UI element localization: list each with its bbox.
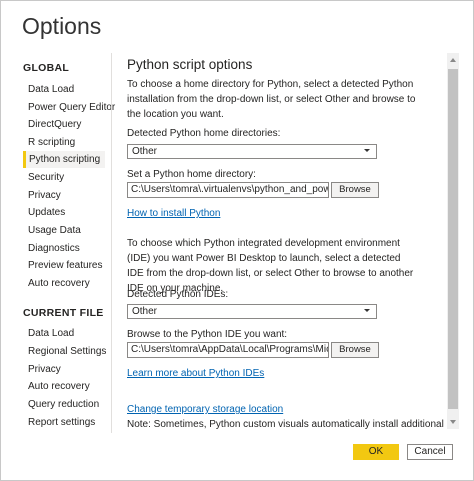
sidebar-item-data-load[interactable]: Data Load [23, 81, 105, 98]
sidebar-divider [111, 53, 112, 433]
chevron-down-icon [364, 149, 370, 152]
ok-button[interactable]: OK [353, 444, 399, 460]
chevron-down-icon [364, 309, 370, 312]
sidebar-item-regional-settings[interactable]: Regional Settings [23, 343, 106, 360]
install-python-link[interactable]: How to install Python [127, 208, 220, 219]
storage-note: Note: Sometimes, Python custom visuals a… [127, 419, 444, 430]
sidebar-item-security[interactable]: Security [23, 169, 105, 186]
scroll-thumb[interactable] [448, 69, 458, 409]
dialog-title: Options [22, 13, 102, 39]
scroll-down-icon[interactable] [450, 420, 456, 424]
cancel-button[interactable]: Cancel [407, 444, 453, 460]
sidebar-item-preview-features[interactable]: Preview features [23, 257, 105, 274]
sidebar-item-file-auto-recovery[interactable]: Auto recovery [23, 378, 105, 395]
ide-intro: To choose which Python integrated develo… [127, 238, 414, 294]
global-header: GLOBAL [23, 62, 70, 74]
home-dir-label: Set a Python home directory: [127, 169, 256, 180]
sidebar: GLOBAL Data Load Power Query Editor Dire… [1, 53, 115, 433]
sidebar-item-query-reduction[interactable]: Query reduction [23, 396, 105, 413]
ide-path-label: Browse to the Python IDE you want: [127, 329, 288, 340]
sidebar-item-report-settings[interactable]: Report settings [23, 414, 105, 431]
options-dialog: Options GLOBAL Data Load Power Query Edi… [0, 0, 474, 481]
ide-dropdown[interactable]: Other [127, 304, 377, 319]
sidebar-item-privacy[interactable]: Privacy [23, 187, 105, 204]
sidebar-item-diagnostics[interactable]: Diagnostics [23, 240, 105, 257]
sidebar-item-usage-data[interactable]: Usage Data [23, 222, 105, 239]
sidebar-item-directquery[interactable]: DirectQuery [23, 116, 105, 133]
storage-location-link[interactable]: Change temporary storage location [127, 404, 283, 415]
sidebar-item-python-scripting[interactable]: Python scripting [23, 151, 105, 168]
home-dir-intro: To choose a home directory for Python, s… [127, 79, 416, 120]
ide-path-input[interactable]: C:\Users\tomra\AppData\Local\Programs\Mi… [127, 342, 329, 358]
vertical-scrollbar[interactable] [447, 53, 459, 429]
home-dirs-label: Detected Python home directories: [127, 128, 281, 139]
sidebar-item-file-data-load[interactable]: Data Load [23, 325, 105, 342]
main-panel: Python script options To choose a home d… [113, 53, 445, 431]
home-dir-input[interactable]: C:\Users\tomra\.virtualenvs\python_and_p… [127, 182, 329, 198]
python-ide-link[interactable]: Learn more about Python IDEs [127, 368, 264, 379]
ide-browse-button[interactable]: Browse [331, 342, 379, 358]
sidebar-item-updates[interactable]: Updates [23, 204, 105, 221]
sidebar-item-file-privacy[interactable]: Privacy [23, 361, 105, 378]
home-dir-browse-button[interactable]: Browse [331, 182, 379, 198]
home-dirs-dropdown[interactable]: Other [127, 144, 377, 159]
ide-value: Other [132, 306, 158, 317]
current-file-header: CURRENT FILE [23, 307, 104, 319]
page-title: Python script options [127, 57, 253, 72]
sidebar-item-r-scripting[interactable]: R scripting [23, 134, 105, 151]
ide-label: Detected Python IDEs: [127, 289, 229, 300]
sidebar-item-power-query-editor[interactable]: Power Query Editor [23, 99, 115, 116]
home-dirs-value: Other [132, 146, 158, 157]
scroll-up-icon[interactable] [450, 58, 456, 62]
sidebar-item-auto-recovery[interactable]: Auto recovery [23, 275, 105, 292]
